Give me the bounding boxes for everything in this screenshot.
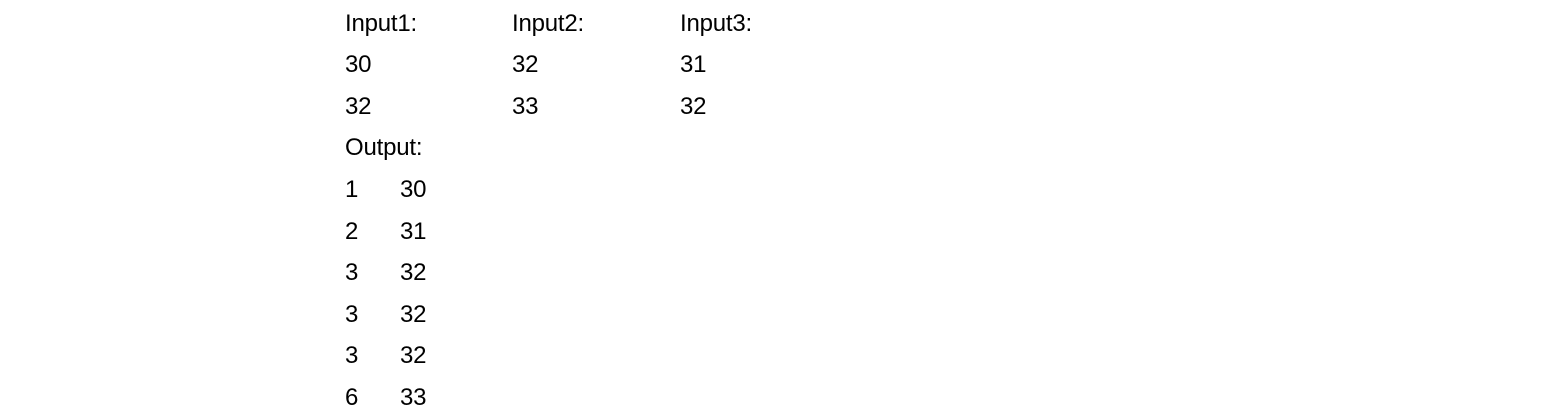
output-value: 32: [400, 259, 427, 286]
input2-value: 33: [512, 93, 539, 120]
input1-value: 30: [345, 51, 372, 78]
output-index: 6: [345, 384, 359, 411]
output-value: 32: [400, 342, 427, 369]
input2-header: Input2:: [512, 10, 584, 37]
input3-value: 32: [680, 93, 707, 120]
output-value: 31: [400, 218, 427, 245]
document-body: Input1: Input2: Input3: 30 32 31 32 33 3…: [344, 0, 1044, 416]
output-value: 30: [400, 176, 427, 203]
output-index: 3: [345, 259, 359, 286]
output-index: 1: [345, 176, 359, 203]
input1-value: 32: [345, 93, 372, 120]
input3-header: Input3:: [680, 10, 752, 37]
output-index: 3: [345, 301, 359, 328]
output-value: 32: [400, 301, 427, 328]
input2-value: 32: [512, 51, 539, 78]
output-value: 33: [400, 384, 427, 411]
output-header: Output:: [345, 134, 423, 161]
output-index: 2: [345, 218, 359, 245]
output-index: 3: [345, 342, 359, 369]
input1-header: Input1:: [345, 10, 417, 37]
input3-value: 31: [680, 51, 707, 78]
